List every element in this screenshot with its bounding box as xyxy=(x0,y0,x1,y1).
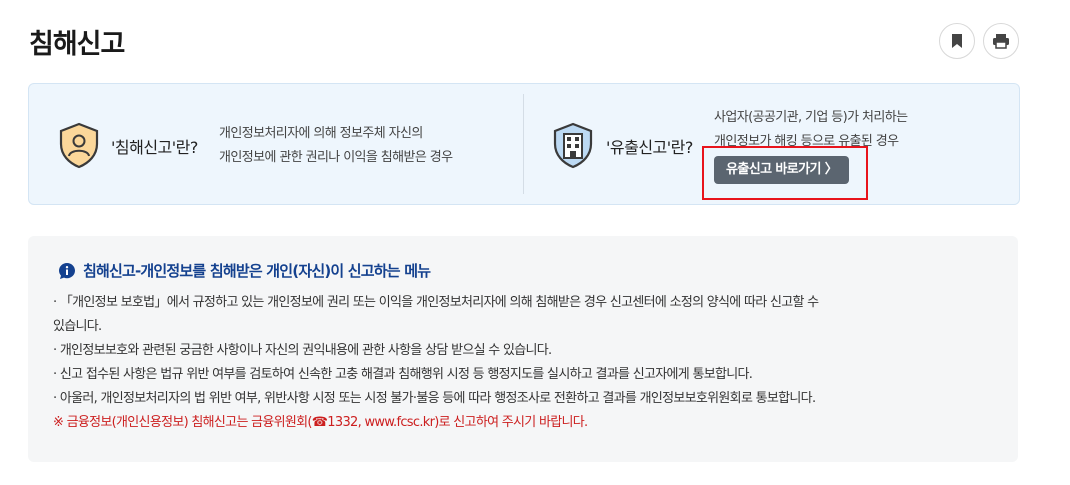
infringement-desc-line: 개인정보에 관한 권리나 이익을 침해받은 경우 xyxy=(219,150,453,165)
leak-term: '유출신고'란? xyxy=(606,138,693,157)
notice-content: · 「개인정보 보호법」에서 규정하고 있는 개인정보에 권리 또는 이익을 개… xyxy=(53,291,998,435)
bookmark-icon xyxy=(952,34,962,48)
bookmark-button[interactable] xyxy=(939,23,975,59)
leak-desc-line: 개인정보가 해킹 등으로 유출된 경우 xyxy=(714,134,899,149)
printer-icon xyxy=(993,34,1009,49)
leak-description: 사업자(공공기관, 기업 등)가 처리하는 개인정보가 해킹 등으로 유출된 경… xyxy=(714,106,908,154)
notice-box: 침해신고-개인정보를 침해받은 개인(자신)이 신고하는 메뉴 · 「개인정보 … xyxy=(28,236,1018,462)
infringement-description: 개인정보처리자에 의해 정보주체 자신의 개인정보에 관한 권리나 이익을 침해… xyxy=(219,122,453,170)
financial-info-warning: ※ 금융정보(개인신용정보) 침해신고는 금융위원회(☎1332, www.fc… xyxy=(53,415,588,430)
building-shield-icon xyxy=(553,122,593,169)
page-actions xyxy=(939,23,1019,59)
notice-line: · 「개인정보 보호법」에서 규정하고 있는 개인정보에 권리 또는 이익을 개… xyxy=(53,295,819,310)
notice-line: · 신고 접수된 사항은 법규 위반 여부를 검토하여 신속한 고충 해결과 침… xyxy=(53,367,753,382)
definition-divider xyxy=(523,94,524,194)
print-button[interactable] xyxy=(983,23,1019,59)
page-title: 침해신고 xyxy=(29,29,125,60)
leak-report-shortcut-button[interactable]: 유출신고 바로가기 〉 xyxy=(714,156,850,184)
person-shield-icon xyxy=(59,122,99,169)
notice-line: 있습니다. xyxy=(53,319,102,334)
notice-line: · 개인정보보호와 관련된 궁금한 사항이나 자신의 권익내용에 관한 사항을 … xyxy=(53,343,552,358)
infringement-desc-line: 개인정보처리자에 의해 정보주체 자신의 xyxy=(219,126,423,141)
notice-header: 침해신고-개인정보를 침해받은 개인(자신)이 신고하는 메뉴 xyxy=(58,260,431,281)
leak-desc-line: 사업자(공공기관, 기업 등)가 처리하는 xyxy=(714,110,908,125)
report-definitions-box: '침해신고'란? 개인정보처리자에 의해 정보주체 자신의 개인정보에 관한 권… xyxy=(28,83,1020,205)
notice-line: · 아울러, 개인정보처리자의 법 위반 여부, 위반사항 시정 또는 시정 불… xyxy=(53,391,816,406)
notice-title: 침해신고-개인정보를 침해받은 개인(자신)이 신고하는 메뉴 xyxy=(83,262,431,280)
infringement-term: '침해신고'란? xyxy=(111,138,198,157)
info-bubble-icon xyxy=(59,262,75,279)
